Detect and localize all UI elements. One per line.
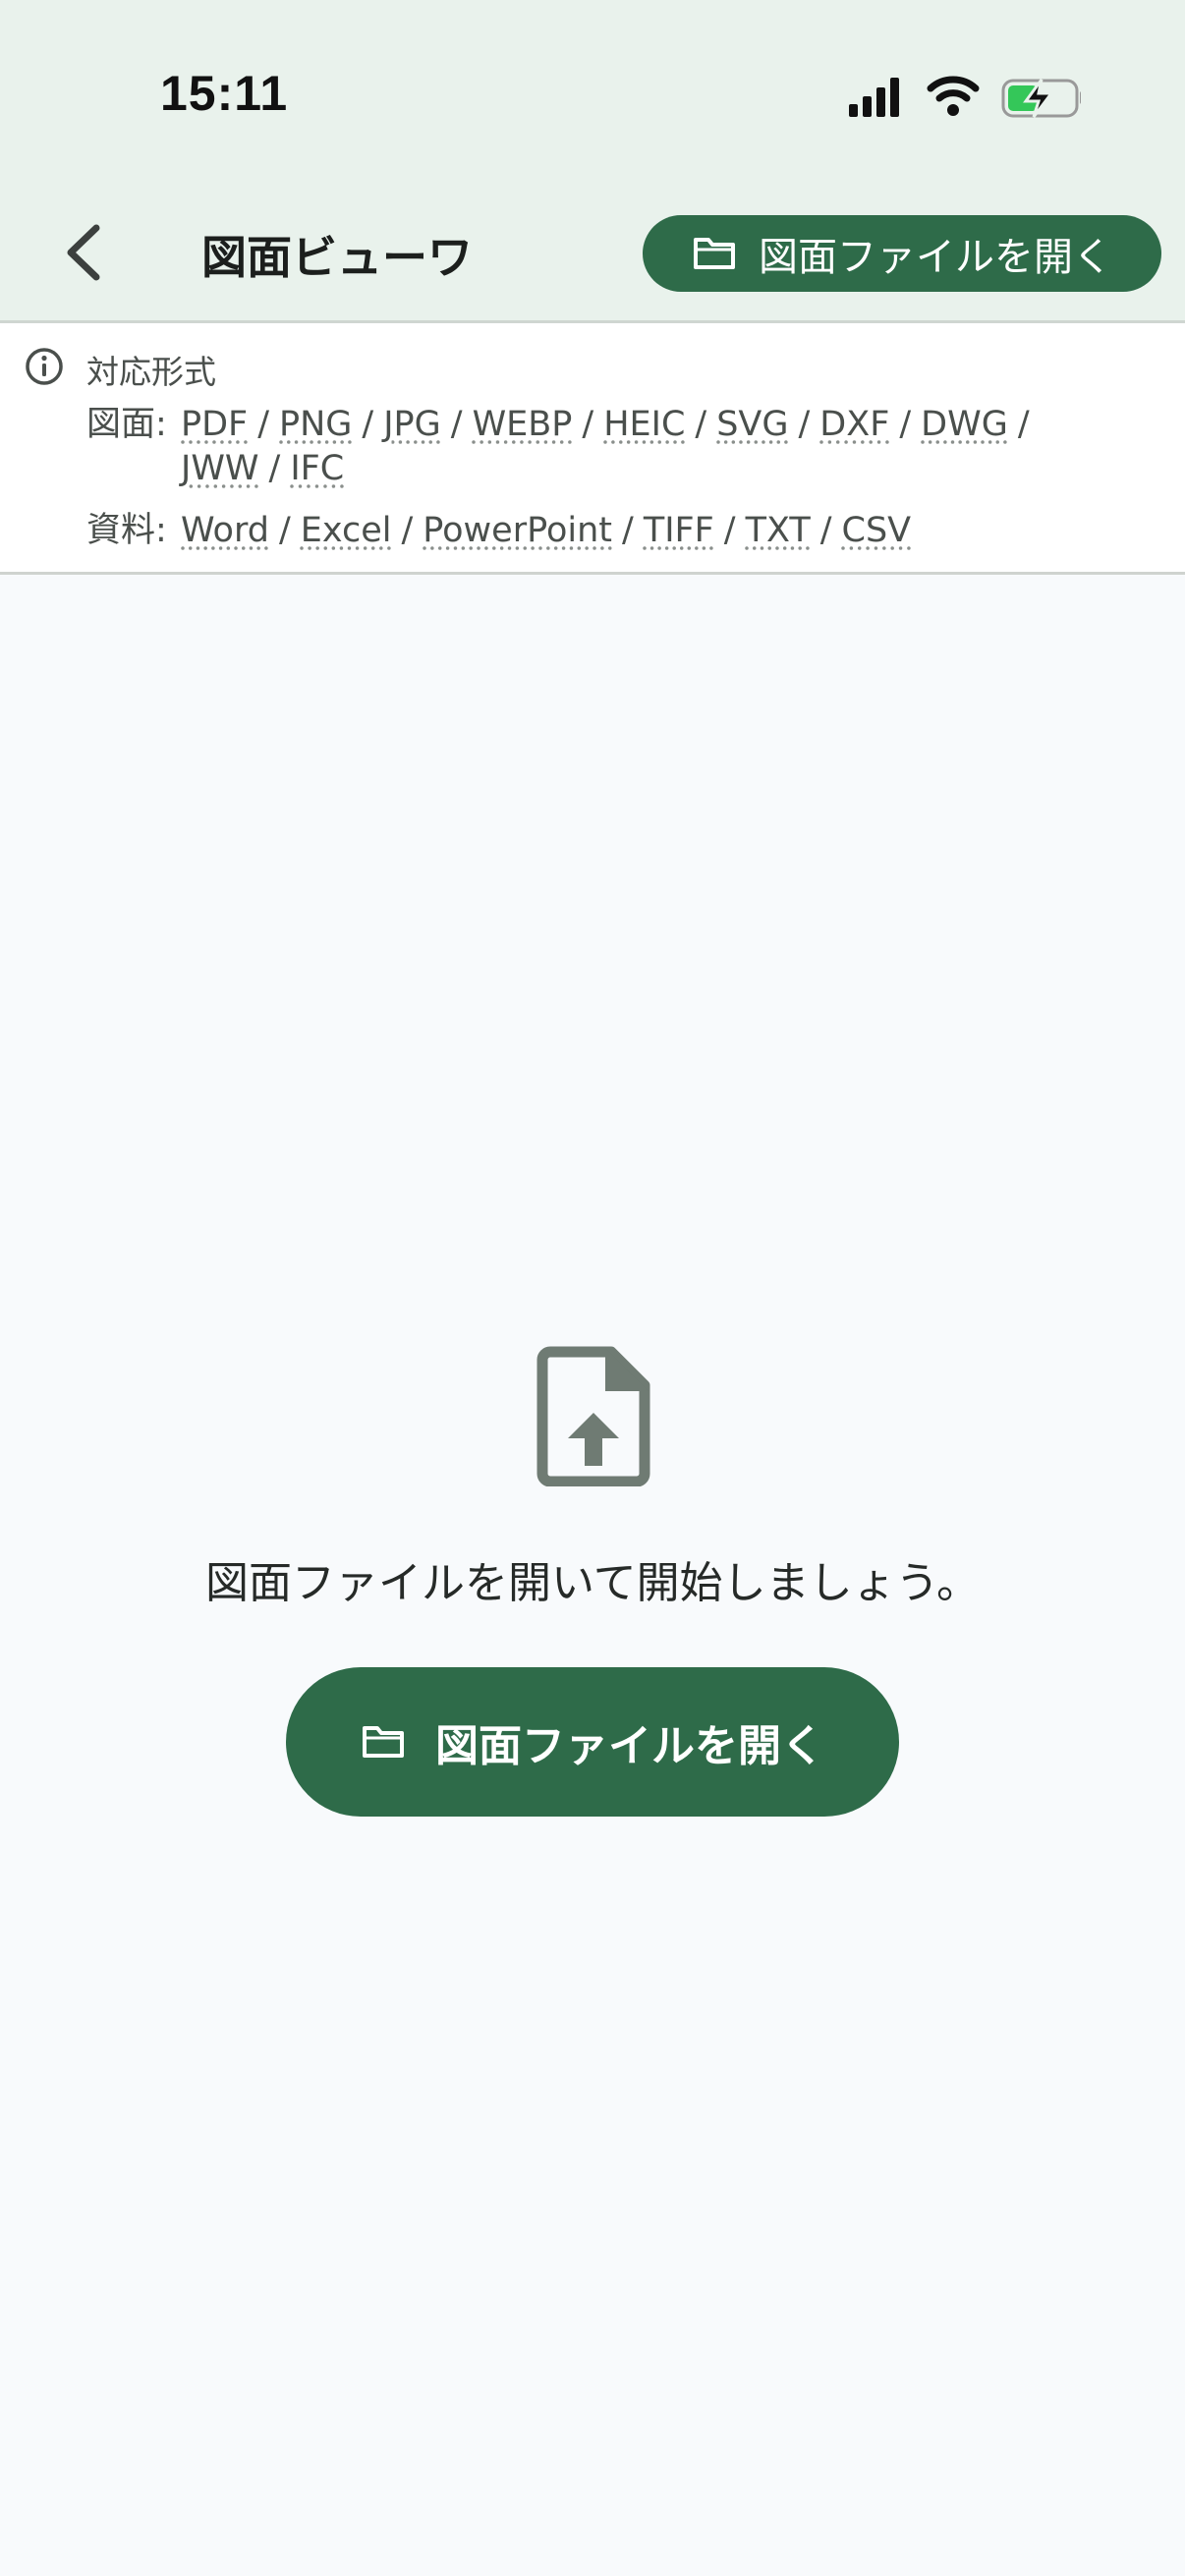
format-separator: / [723,511,736,550]
format-txt[interactable]: TXT [746,511,811,550]
format-separator: / [257,405,269,444]
format-dxf[interactable]: DXF [819,405,889,444]
open-file-button[interactable]: 図面ファイルを開く [286,1667,899,1817]
format-dwg[interactable]: DWG [921,405,1008,444]
format-jpg[interactable]: JPG [383,405,441,444]
format-word[interactable]: Word [181,511,269,550]
format-svg[interactable]: SVG [716,405,788,444]
info-icon [26,348,63,385]
drawing-formats-label: 図面: [86,405,167,444]
drawing-formats-line-2: JWW / IFC [181,449,344,488]
document-formats-line: 資料: Word / Excel / PowerPoint / TIFF / TXT / CSV [86,502,911,552]
format-separator: / [695,405,707,444]
status-time: 15:11 [160,66,289,121]
page-title: 図面ビューワ [201,231,473,284]
format-separator: / [582,405,594,444]
drawing-formats-line-1: 図面: PDF / PNG / JPG / WEBP / HEIC / SVG / DXF / DWG / [86,396,1040,446]
top-app-bar: 15:11 図面ビューワ 図面ファイルを開く [0,0,1185,323]
open-file-button-header[interactable]: 図面ファイルを開く [643,215,1161,292]
format-powerpoint[interactable]: PowerPoint [423,511,612,550]
open-file-button-label: 図面ファイルを開く [435,1721,824,1771]
format-separator: / [798,405,811,444]
format-jww[interactable]: JWW [181,449,259,488]
format-excel[interactable]: Excel [301,511,392,550]
format-tiff[interactable]: TIFF [644,511,714,550]
format-csv[interactable]: CSV [842,511,912,550]
back-chevron-icon[interactable] [49,208,118,297]
format-separator: / [268,449,281,488]
format-separator: / [1017,405,1030,444]
format-separator: / [450,405,463,444]
format-separator: / [622,511,634,550]
battery-charging-icon [1001,79,1081,118]
file-upload-icon [536,1346,650,1486]
format-heic[interactable]: HEIC [603,405,685,444]
empty-state-message: 図面ファイルを開いて開始しましょう。 [204,1558,981,1608]
wifi-icon [927,76,980,116]
folder-icon [363,1726,404,1758]
formats-heading: 対応形式 [86,353,216,391]
format-webp[interactable]: WEBP [473,405,573,444]
format-pdf[interactable]: PDF [181,405,248,444]
format-ifc[interactable]: IFC [290,449,344,488]
format-separator: / [899,405,912,444]
format-separator: / [278,511,291,550]
cellular-signal-icon [849,78,899,117]
format-separator: / [819,511,832,550]
format-png[interactable]: PNG [279,405,352,444]
format-separator: / [401,511,414,550]
status-indicator-group [849,76,1081,118]
document-formats-label: 資料: [86,511,167,550]
folder-icon [694,238,735,269]
open-file-button-label: 図面ファイルを開く [759,235,1112,280]
format-separator: / [362,405,374,444]
